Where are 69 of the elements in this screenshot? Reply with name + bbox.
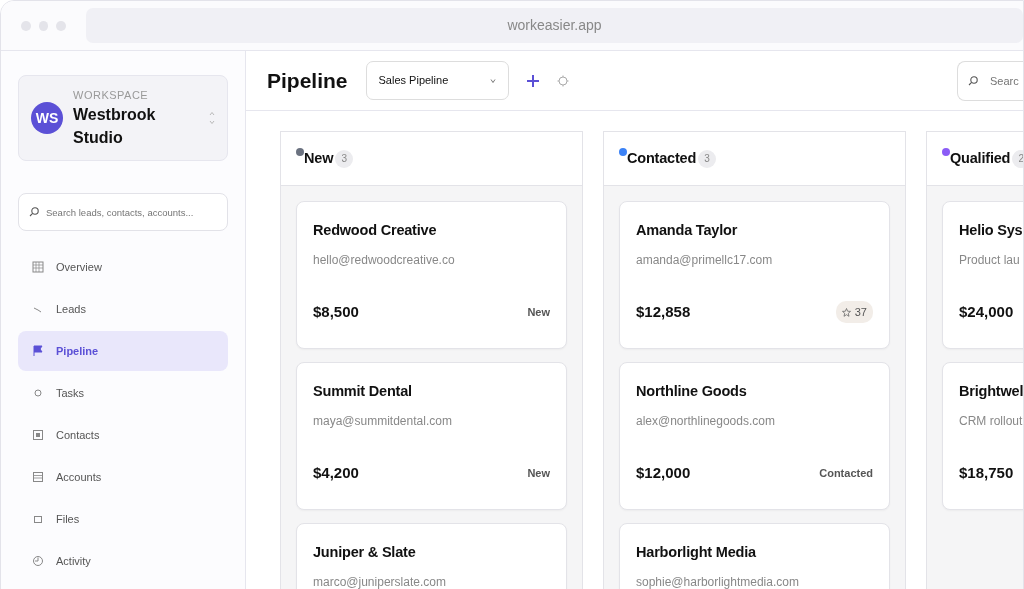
sidebar-item[interactable]: Leads xyxy=(18,289,228,329)
deal-card[interactable]: Summit Dental maya@summitdental.com $4,200 New xyxy=(296,362,567,510)
sidebar-item[interactable]: Activity xyxy=(18,541,228,581)
column-title: New xyxy=(304,148,334,168)
deal-detail: sophie@harborlightmedia.com xyxy=(636,573,800,589)
deal-card[interactable]: Northline Goods alex@northlinegoods.com $12,000 Contacted xyxy=(619,362,890,510)
workspace-switcher[interactable]: WS WORKSPACE Westbrook Studio xyxy=(18,75,228,161)
deal-detail: Product lau xyxy=(959,251,1021,269)
deal-detail: hello@redwoodcreative.co xyxy=(313,251,456,269)
chevron-down-icon xyxy=(489,78,496,83)
search-field[interactable]: Search leads, contacts, accounts... xyxy=(18,193,228,231)
deal-name: Juniper & Slate xyxy=(313,543,417,562)
deal-amount: $12,000 xyxy=(636,462,691,483)
deal-amount: $18,750 xyxy=(959,462,1014,483)
deal-detail: amanda@primellc17.com xyxy=(636,251,774,269)
page-title: Pipeline xyxy=(267,67,348,94)
search-icon xyxy=(29,207,39,217)
deal-name: Redwood Creative xyxy=(313,221,438,240)
star-icon xyxy=(841,307,851,317)
workspace-name: Westbrook Studio xyxy=(73,105,157,149)
deal-amount: $8,500 xyxy=(313,301,359,322)
deal-name: Northline Goods xyxy=(636,382,748,401)
chevron-updown-icon xyxy=(209,111,215,125)
deal-card[interactable]: Harborlight Media sophie@harborlightmedia.com xyxy=(619,523,890,589)
workspace-avatar: WS xyxy=(31,102,63,134)
deal-name: Harborlight Media xyxy=(636,543,757,562)
flag-icon xyxy=(32,345,44,357)
deal-name: Summit Dental xyxy=(313,382,413,401)
deal-detail: marco@juniperslate.com xyxy=(313,573,447,589)
column-title: Qualified xyxy=(950,148,1011,168)
deal-name: Amanda Taylor xyxy=(636,221,739,240)
sidebar-item[interactable]: Contacts xyxy=(18,415,228,455)
sidebar-item[interactable]: Tasks xyxy=(18,373,228,413)
circle-icon xyxy=(32,387,44,399)
sidebar-item[interactable]: Files xyxy=(18,499,228,539)
deal-detail: CRM rollout xyxy=(959,412,1023,430)
deal-card[interactable]: Helio Sys Product lau $24,000 xyxy=(942,201,1023,349)
count-badge: 3 xyxy=(335,149,354,168)
score-badge: 37 xyxy=(835,300,873,324)
sidebar-item[interactable]: Overview xyxy=(18,247,228,287)
deal-card[interactable]: Amanda Taylor amanda@primellc17.com $12,858 37 xyxy=(619,201,890,349)
deal-name: Helio Sys xyxy=(959,221,1023,240)
search-icon xyxy=(968,75,978,86)
list-icon xyxy=(32,471,44,483)
sidebar-item[interactable]: Accounts xyxy=(18,457,228,497)
column-title: Contacted xyxy=(627,148,697,168)
workspace-label: WORKSPACE xyxy=(73,87,150,103)
deal-card[interactable]: Brightwel CRM rollout $18,750 xyxy=(942,362,1023,510)
status-label: New xyxy=(527,304,550,320)
deal-detail: maya@summitdental.com xyxy=(313,412,453,430)
deal-detail: alex@northlinegoods.com xyxy=(636,412,776,430)
deal-name: Brightwel xyxy=(959,382,1023,401)
deal-amount: $12,858 xyxy=(636,301,691,322)
deal-card[interactable]: Juniper & Slate marco@juniperslate.com xyxy=(296,523,567,589)
pipeline-select[interactable]: Sales Pipeline xyxy=(365,61,509,100)
deal-amount: $24,000 xyxy=(959,301,1014,322)
square-icon xyxy=(32,429,44,441)
sidebar-item[interactable]: Pipeline xyxy=(18,331,228,371)
grid-icon xyxy=(32,261,44,273)
count-badge: 3 xyxy=(698,149,717,168)
square-icon xyxy=(32,513,44,525)
deal-card[interactable]: Redwood Creative hello@redwoodcreative.co $8,500 New xyxy=(296,201,567,349)
status-label: New xyxy=(527,465,550,481)
deal-amount: $4,200 xyxy=(313,462,359,483)
search-field[interactable]: Searc xyxy=(957,60,1023,101)
clock-icon xyxy=(32,555,44,567)
status-label: Contacted xyxy=(819,465,873,481)
count-badge: 2 xyxy=(1012,149,1023,168)
plus-icon[interactable] xyxy=(526,74,539,87)
